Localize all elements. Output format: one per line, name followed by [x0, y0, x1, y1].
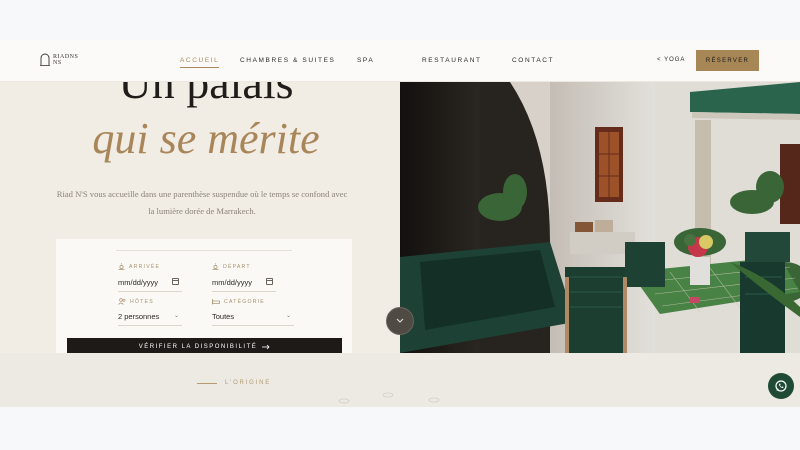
calendar-icon[interactable] [266, 278, 273, 285]
calendar-icon[interactable] [172, 278, 179, 285]
arrival-date-input[interactable]: mm/dd/yyyy [118, 278, 158, 287]
logo-arch-icon [40, 53, 50, 66]
nav-restaurant[interactable]: RESTAURANT [422, 57, 482, 64]
check-availability-label: VÉRIFIER LA DISPONIBILITÉ [138, 344, 258, 350]
category-label: CATÉGORIE [212, 298, 265, 305]
nav-chambres-suites[interactable]: CHAMBRES & SUITES [240, 57, 335, 64]
guests-label-text: HÔTES [130, 298, 154, 305]
category-select[interactable]: Toutes [212, 312, 234, 321]
logo-subtext: NS [53, 59, 62, 66]
reserve-button[interactable]: RÉSERVER [696, 50, 759, 71]
ornament-icon [338, 392, 440, 404]
bed-icon [212, 299, 220, 305]
hero-subtitle: Riad N'S vous accueille dans une parenth… [56, 189, 348, 216]
nav-contact[interactable]: CONTACT [512, 57, 554, 64]
origin-heading: L'ORIGINE [197, 380, 271, 386]
scroll-down-button[interactable] [386, 307, 414, 335]
yoga-link[interactable]: < YOGA [657, 57, 685, 63]
site-header: RIADNS NS ACCUEIL CHAMBRES & SUITES SPA … [0, 40, 800, 82]
hero-title-italic: qui se mérite [92, 114, 320, 163]
chevron-down-icon [396, 318, 404, 323]
arrow-right-icon [262, 344, 270, 350]
nav-accueil[interactable]: ACCUEIL [180, 57, 220, 68]
category-label-text: CATÉGORIE [224, 298, 265, 305]
origin-section: L'ORIGINE [0, 353, 800, 407]
divider [116, 250, 292, 251]
chevron-down-icon[interactable]: ⌄ [174, 312, 179, 319]
logo[interactable]: RIADNS NS [40, 53, 78, 66]
sun-icon [212, 263, 219, 270]
guests-label: HÔTES [118, 298, 154, 305]
guests-select[interactable]: 2 personnes [118, 312, 159, 321]
chevron-down-icon[interactable]: ⌄ [286, 312, 291, 319]
departure-date-input[interactable]: mm/dd/yyyy [212, 278, 252, 287]
field-underline [212, 325, 294, 326]
check-availability-button[interactable]: VÉRIFIER LA DISPONIBILITÉ [67, 338, 342, 353]
departure-label: DÉPART [212, 263, 251, 270]
hero-title: Un palais [118, 82, 294, 108]
logo-text: RIADNS [53, 53, 79, 60]
arrival-label: ARRIVÉE [118, 263, 160, 270]
user-group-icon [118, 298, 126, 305]
divider [197, 382, 217, 384]
field-underline [118, 325, 182, 326]
field-underline [212, 291, 276, 292]
departure-label-text: DÉPART [223, 263, 251, 270]
booking-widget: ARRIVÉE mm/dd/yyyy DÉPART mm/dd/yyyy HÔT… [56, 239, 352, 353]
arrival-label-text: ARRIVÉE [129, 263, 161, 270]
sun-icon [118, 263, 125, 270]
whatsapp-icon [775, 380, 787, 392]
origin-label-text: L'ORIGINE [225, 380, 272, 386]
field-underline [118, 291, 182, 292]
nav-spa[interactable]: SPA [357, 57, 374, 64]
whatsapp-button[interactable] [768, 373, 794, 399]
courtyard-photo [400, 82, 800, 353]
hero-image [400, 82, 800, 353]
